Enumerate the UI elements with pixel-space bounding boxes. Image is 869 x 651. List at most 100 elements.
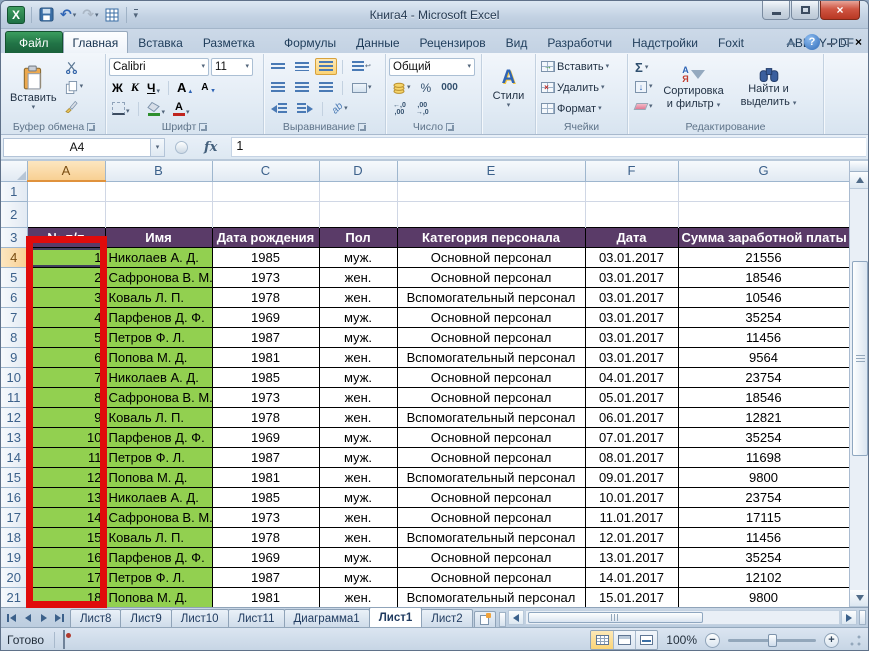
row-header-5[interactable]: 5 bbox=[1, 267, 27, 287]
decrease-indent-button[interactable] bbox=[267, 100, 291, 117]
cell[interactable] bbox=[27, 181, 105, 201]
dialog-launcher-icon[interactable] bbox=[199, 123, 207, 131]
cell[interactable]: 03.01.2017 bbox=[585, 327, 678, 347]
zoom-slider[interactable] bbox=[728, 639, 816, 642]
cell[interactable]: 13 bbox=[27, 487, 105, 507]
format-cells-button[interactable]: Формат▾ bbox=[539, 100, 624, 117]
align-center-button[interactable] bbox=[291, 79, 313, 96]
grid-corner[interactable] bbox=[1, 161, 27, 181]
cell[interactable]: 17115 bbox=[678, 507, 849, 527]
cell[interactable]: жен. bbox=[319, 407, 397, 427]
cell[interactable]: 9800 bbox=[678, 587, 849, 607]
cell[interactable]: 18546 bbox=[678, 387, 849, 407]
restore-button[interactable] bbox=[791, 1, 819, 20]
zoom-out-button[interactable]: − bbox=[705, 633, 720, 648]
cell[interactable]: 10 bbox=[27, 427, 105, 447]
table-header-cell[interactable]: Сумма заработной платы bbox=[678, 227, 849, 247]
split-handle[interactable] bbox=[850, 161, 869, 172]
cell[interactable]: 4 bbox=[27, 307, 105, 327]
cell[interactable]: Попова М. Д. bbox=[105, 347, 212, 367]
cell[interactable]: 03.01.2017 bbox=[585, 247, 678, 267]
italic-button[interactable]: К bbox=[128, 79, 142, 96]
quick-table-button[interactable] bbox=[104, 6, 120, 24]
column-header-E[interactable]: E bbox=[397, 161, 585, 181]
cell[interactable]: 23754 bbox=[678, 487, 849, 507]
autosum-button[interactable]: Σ▾ bbox=[633, 59, 655, 76]
cell[interactable] bbox=[319, 201, 397, 227]
align-bottom-button[interactable] bbox=[315, 58, 337, 75]
cell[interactable]: Николаев А. Д. bbox=[105, 367, 212, 387]
tab-Формулы[interactable]: Формулы bbox=[274, 31, 346, 53]
cell[interactable]: 17 bbox=[27, 567, 105, 587]
tab-Главная[interactable]: Главная bbox=[63, 31, 129, 53]
cell[interactable]: 15.01.2017 bbox=[585, 587, 678, 607]
cell[interactable]: муж. bbox=[319, 307, 397, 327]
cell[interactable]: жен. bbox=[319, 287, 397, 307]
clear-button[interactable]: ▾ bbox=[633, 98, 655, 115]
cut-button[interactable] bbox=[63, 59, 86, 76]
cell[interactable]: 1969 bbox=[212, 307, 319, 327]
cell[interactable]: Вспомогательный персонал bbox=[397, 407, 585, 427]
horizontal-scroll-thumb[interactable] bbox=[528, 612, 703, 623]
align-left-button[interactable] bbox=[267, 79, 289, 96]
column-header-C[interactable]: C bbox=[212, 161, 319, 181]
cell[interactable]: 3 bbox=[27, 287, 105, 307]
cell[interactable]: Основной персонал bbox=[397, 367, 585, 387]
table-header-cell[interactable]: Дата рождения bbox=[212, 227, 319, 247]
cell[interactable]: 6 bbox=[27, 347, 105, 367]
cell[interactable]: Николаев А. Д. bbox=[105, 487, 212, 507]
cell[interactable]: жен. bbox=[319, 587, 397, 607]
dialog-launcher-icon[interactable] bbox=[358, 123, 366, 131]
cell[interactable]: Вспомогательный персонал bbox=[397, 347, 585, 367]
cell[interactable]: 1978 bbox=[212, 407, 319, 427]
sheet-tab-Лист2[interactable]: Лист2 bbox=[421, 609, 472, 627]
row-header-18[interactable]: 18 bbox=[1, 527, 27, 547]
cell[interactable]: 7 bbox=[27, 367, 105, 387]
cell[interactable]: Вспомогательный персонал bbox=[397, 287, 585, 307]
zoom-slider-thumb[interactable] bbox=[768, 634, 777, 647]
cell[interactable]: Основной персонал bbox=[397, 547, 585, 567]
cell[interactable]: Основной персонал bbox=[397, 447, 585, 467]
cell[interactable]: Вспомогательный персонал bbox=[397, 467, 585, 487]
cell[interactable]: 18 bbox=[27, 587, 105, 607]
cell[interactable]: 11698 bbox=[678, 447, 849, 467]
cell[interactable]: Парфенов Д. Ф. bbox=[105, 307, 212, 327]
cell[interactable]: 1981 bbox=[212, 587, 319, 607]
sheet-tab-Лист9[interactable]: Лист9 bbox=[120, 609, 171, 627]
cell[interactable]: 15 bbox=[27, 527, 105, 547]
cell[interactable]: 1978 bbox=[212, 527, 319, 547]
merge-center-button[interactable]: ▾ bbox=[348, 80, 376, 96]
wrap-text-button[interactable]: ↩ bbox=[348, 58, 375, 75]
cell[interactable]: Основной персонал bbox=[397, 507, 585, 527]
excel-logo-icon[interactable]: X bbox=[7, 6, 25, 24]
table-header-cell[interactable]: Пол bbox=[319, 227, 397, 247]
cell[interactable]: 12821 bbox=[678, 407, 849, 427]
insert-worksheet-button[interactable] bbox=[474, 611, 496, 627]
formula-bar-handle[interactable] bbox=[175, 141, 188, 154]
copy-button[interactable]: ▾ bbox=[63, 79, 86, 96]
cell[interactable]: жен. bbox=[319, 387, 397, 407]
column-header-F[interactable]: F bbox=[585, 161, 678, 181]
cell[interactable] bbox=[585, 201, 678, 227]
cell[interactable]: муж. bbox=[319, 567, 397, 587]
cell[interactable]: 12 bbox=[27, 467, 105, 487]
cell[interactable]: Основной персонал bbox=[397, 247, 585, 267]
scroll-up-button[interactable] bbox=[850, 172, 869, 189]
cell[interactable]: 03.01.2017 bbox=[585, 287, 678, 307]
cell[interactable]: 35254 bbox=[678, 307, 849, 327]
name-box[interactable]: A4 bbox=[3, 138, 151, 157]
row-header-3[interactable]: 3 bbox=[1, 227, 27, 247]
sheet-tab-Лист8[interactable]: Лист8 bbox=[70, 609, 121, 627]
scroll-right-button[interactable] bbox=[841, 610, 857, 625]
styles-button[interactable]: А Стили ▾ bbox=[489, 56, 529, 119]
cell[interactable]: Попова М. Д. bbox=[105, 467, 212, 487]
font-color-button[interactable]: А ▾ bbox=[170, 101, 193, 117]
row-header-11[interactable]: 11 bbox=[1, 387, 27, 407]
table-header-cell[interactable]: № п/п bbox=[27, 227, 105, 247]
row-header-6[interactable]: 6 bbox=[1, 287, 27, 307]
workbook-restore-button[interactable] bbox=[841, 37, 849, 48]
underline-button[interactable]: Ч▾ bbox=[144, 80, 163, 96]
cell[interactable]: 8 bbox=[27, 387, 105, 407]
cell[interactable]: Петров Ф. Л. bbox=[105, 567, 212, 587]
tab-split-handle[interactable] bbox=[499, 612, 506, 627]
